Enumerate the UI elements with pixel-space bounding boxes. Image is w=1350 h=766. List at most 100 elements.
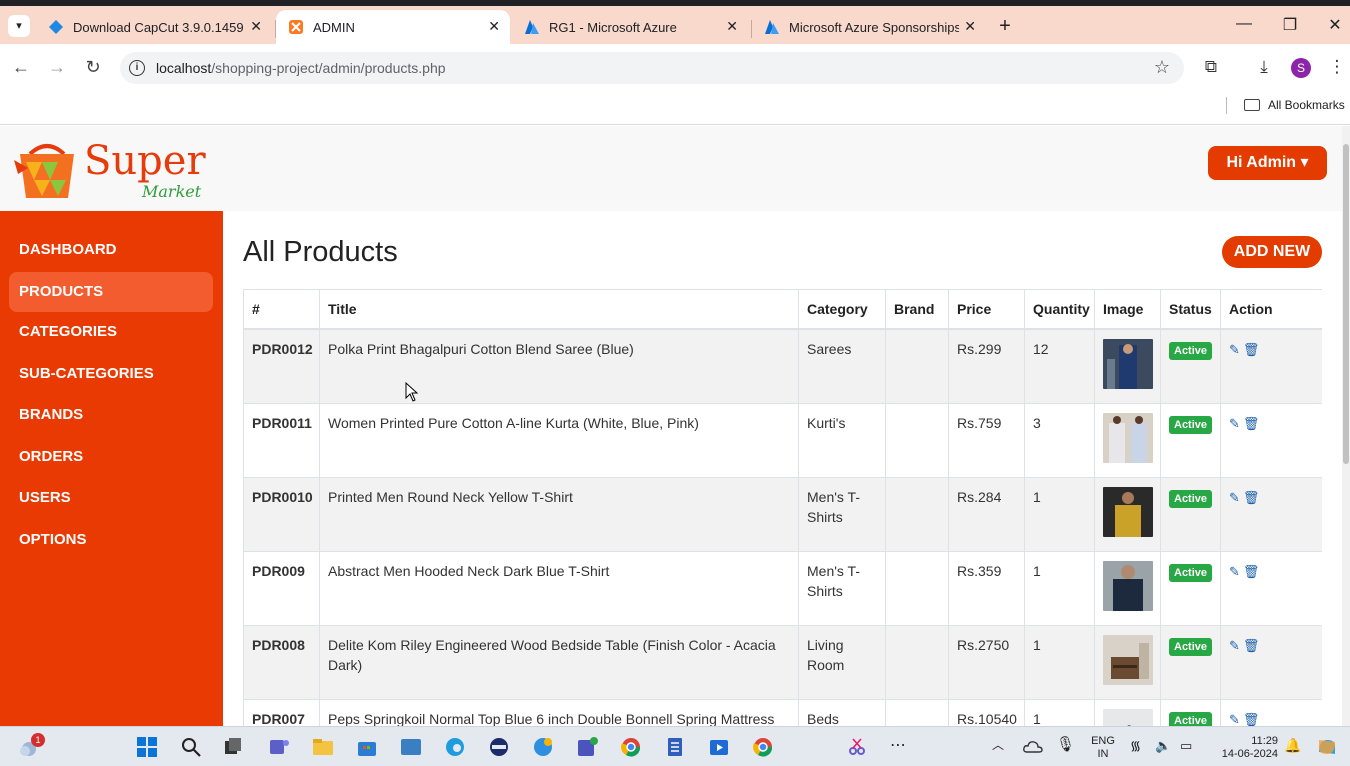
search-icon[interactable] (180, 736, 202, 758)
product-thumbnail (1103, 635, 1153, 685)
browser-menu-icon[interactable]: ⋮ (1326, 57, 1348, 77)
folder-icon[interactable] (1244, 99, 1260, 111)
sidebar-item-sub-categories[interactable]: SUB-CATEGORIES (9, 354, 213, 394)
chrome-icon[interactable] (620, 736, 642, 758)
status-badge: Active (1169, 342, 1213, 360)
more-apps-icon[interactable]: ⋯ (890, 738, 906, 754)
restore-button[interactable]: ❐ (1278, 15, 1302, 35)
trash-icon[interactable]: 🗑 (1243, 636, 1260, 656)
extensions-icon[interactable]: ⧉ (1200, 57, 1222, 77)
sidebar-item-dashboard[interactable]: DASHBOARD (9, 230, 213, 270)
close-icon[interactable]: ✕ (964, 18, 976, 35)
site-info-icon[interactable]: i (129, 60, 145, 76)
close-icon[interactable]: ✕ (250, 18, 262, 35)
product-quantity: 12 (1024, 328, 1095, 404)
reload-button[interactable]: ↻ (81, 57, 105, 78)
sidebar-item-options[interactable]: OPTIONS (9, 520, 213, 560)
tab-azure-sponsorships[interactable]: Microsoft Azure Sponsorships | ✕ (752, 10, 986, 44)
language-indicator[interactable]: ENG IN (1088, 735, 1118, 761)
app-icon[interactable] (488, 736, 510, 758)
product-thumbnail (1103, 339, 1153, 389)
sidebar-item-orders[interactable]: ORDERS (9, 437, 213, 477)
shopping-bag-logo-icon (14, 144, 74, 198)
sidebar-item-categories[interactable]: CATEGORIES (9, 312, 213, 352)
edit-icon[interactable]: ✎ (1229, 710, 1240, 726)
window-close-button[interactable]: ✕ (1323, 15, 1347, 35)
volume-icon[interactable]: 🔈 (1155, 739, 1171, 752)
page-scrollbar[interactable] (1342, 126, 1350, 726)
notepad-icon[interactable] (664, 736, 686, 758)
status-cell: Active (1160, 403, 1221, 478)
page-title: All Products (243, 236, 398, 268)
status-cell: Active (1160, 477, 1221, 552)
store-icon[interactable] (356, 736, 378, 758)
sidebar-item-brands[interactable]: BRANDS (9, 395, 213, 435)
action-cell: ✎ 🗑 (1220, 403, 1322, 478)
product-quantity: 1 (1024, 477, 1095, 552)
chevron-up-icon[interactable]: ︿ (992, 739, 1004, 752)
trash-icon[interactable]: 🗑 (1243, 340, 1260, 360)
new-tab-button[interactable]: + (994, 15, 1016, 37)
mysql-workbench-icon[interactable] (400, 736, 422, 758)
url-text[interactable]: localhost/shopping-project/admin/product… (156, 60, 446, 76)
sidebar-item-users[interactable]: USERS (9, 478, 213, 518)
edit-icon[interactable]: ✎ (1229, 414, 1240, 434)
back-button[interactable]: ← (9, 57, 33, 78)
product-quantity: 1 (1024, 551, 1095, 626)
notifications-bell-icon[interactable]: 🔔 (1284, 738, 1301, 752)
url-path: /shopping-project/admin/products.php (211, 60, 446, 76)
tab-search-button[interactable]: ▾ (8, 15, 30, 37)
column-header-price: Price (948, 289, 1025, 330)
product-thumbnail (1103, 487, 1153, 537)
product-image-cell (1094, 699, 1161, 726)
table-header-row: # Title Category Brand Price Quantity Im… (243, 289, 1322, 330)
product-price: Rs.299 (948, 328, 1025, 404)
tab-azure-rg1[interactable]: RG1 - Microsoft Azure ✕ (512, 10, 748, 44)
admin-dropdown-button[interactable]: Hi Admin ▾ (1208, 146, 1327, 180)
teams-icon[interactable] (268, 736, 290, 758)
tab-capcut[interactable]: Download CapCut 3.9.0.1459 fo ✕ (36, 10, 272, 44)
trash-icon[interactable]: 🗑 (1243, 710, 1260, 726)
file-explorer-icon[interactable] (312, 736, 334, 758)
download-icon[interactable]: ⤓ (1253, 57, 1275, 77)
trash-icon[interactable]: 🗑 (1243, 562, 1260, 582)
onedrive-icon[interactable] (1023, 738, 1043, 756)
product-title: Delite Kom Riley Engineered Wood Bedside… (319, 625, 799, 700)
supermarket-logo[interactable]: Super Market (14, 138, 214, 204)
snipping-tool-icon[interactable] (846, 736, 868, 758)
close-icon[interactable]: ✕ (488, 18, 500, 35)
help-icon[interactable] (532, 736, 554, 758)
windows-start-icon[interactable] (136, 736, 158, 758)
microphone-icon[interactable]: 🎙 (1056, 737, 1075, 752)
forward-button[interactable]: → (45, 57, 69, 78)
close-icon[interactable]: ✕ (726, 18, 738, 35)
clock-time: 11:29 (1251, 735, 1278, 747)
bookmark-star-icon[interactable]: ☆ (1154, 57, 1170, 78)
edit-icon[interactable]: ✎ (1229, 488, 1240, 508)
media-player-icon[interactable] (708, 736, 730, 758)
windows-taskbar: 1 ⋯ ︿ 🎙 ENG IN ᯾ 🔈 ▭ 11:29 14-06-2024 🔔 (0, 726, 1350, 766)
edit-icon[interactable]: ✎ (1229, 340, 1240, 360)
add-new-button[interactable]: ADD NEW (1222, 236, 1322, 268)
address-bar[interactable]: i localhost/shopping-project/admin/produ… (120, 52, 1184, 84)
tab-admin[interactable]: ADMIN ✕ (276, 10, 510, 44)
sidebar-item-products[interactable]: PRODUCTS (9, 272, 213, 312)
all-bookmarks-link[interactable]: All Bookmarks (1268, 98, 1345, 112)
battery-icon[interactable]: ▭ (1180, 739, 1192, 752)
profile-avatar[interactable]: S (1291, 58, 1311, 78)
trash-icon[interactable]: 🗑 (1243, 414, 1260, 434)
wifi-icon[interactable]: ᯾ (1130, 739, 1141, 752)
product-title: Printed Men Round Neck Yellow T-Shirt (319, 477, 799, 552)
edit-icon[interactable]: ✎ (1229, 562, 1240, 582)
task-view-icon[interactable] (222, 736, 244, 758)
minimize-button[interactable]: — (1232, 15, 1256, 33)
teams-new-icon[interactable] (576, 736, 598, 758)
chrome-profile-icon[interactable] (752, 736, 774, 758)
table-row: PDR008 Delite Kom Riley Engineered Wood … (243, 625, 1322, 700)
edit-icon[interactable]: ✎ (1229, 636, 1240, 656)
copilot-icon[interactable] (1316, 736, 1338, 758)
scrollbar-thumb[interactable] (1343, 144, 1349, 464)
clock[interactable]: 11:29 14-06-2024 (1208, 735, 1278, 761)
edge-icon[interactable] (444, 736, 466, 758)
trash-icon[interactable]: 🗑 (1243, 488, 1260, 508)
